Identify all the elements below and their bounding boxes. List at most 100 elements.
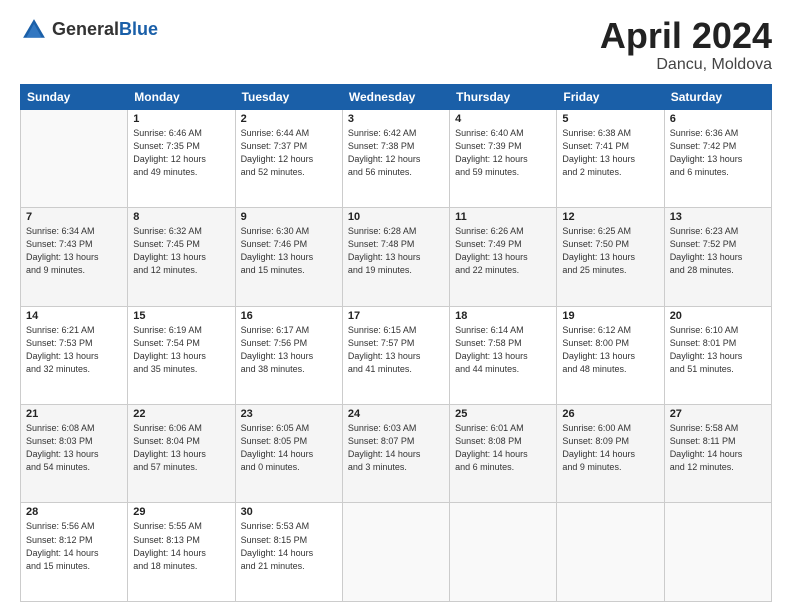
day-info: Sunrise: 6:15 AM Sunset: 7:57 PM Dayligh… <box>348 324 444 376</box>
calendar-header: SundayMondayTuesdayWednesdayThursdayFrid… <box>21 84 772 109</box>
day-number: 12 <box>562 211 658 223</box>
day-info: Sunrise: 6:34 AM Sunset: 7:43 PM Dayligh… <box>26 225 122 277</box>
day-number: 3 <box>348 113 444 125</box>
day-info: Sunrise: 6:26 AM Sunset: 7:49 PM Dayligh… <box>455 225 551 277</box>
day-info: Sunrise: 6:46 AM Sunset: 7:35 PM Dayligh… <box>133 127 229 179</box>
calendar-cell: 15 Sunrise: 6:19 AM Sunset: 7:54 PM Dayli… <box>128 306 235 404</box>
calendar-body: 1Sunrise: 6:46 AM Sunset: 7:35 PM Daylig… <box>21 109 772 601</box>
day-number: 17 <box>348 310 444 322</box>
header: GeneralBlue April 2024 Dancu, Moldova <box>20 16 772 74</box>
calendar-cell: 5 Sunrise: 6:38 AM Sunset: 7:41 PM Daylig… <box>557 109 664 207</box>
day-number: 2 <box>241 113 337 125</box>
calendar-cell: 17 Sunrise: 6:15 AM Sunset: 7:57 PM Dayli… <box>342 306 449 404</box>
calendar-cell: 11 Sunrise: 6:26 AM Sunset: 7:49 PM Dayli… <box>450 208 557 306</box>
calendar-cell: 22 Sunrise: 6:06 AM Sunset: 8:04 PM Dayli… <box>128 405 235 503</box>
calendar-cell <box>664 503 771 602</box>
calendar-cell: 29 Sunrise: 5:55 AM Sunset: 8:13 PM Dayli… <box>128 503 235 602</box>
day-number: 20 <box>670 310 766 322</box>
day-number: 11 <box>455 211 551 223</box>
day-info: Sunrise: 6:44 AM Sunset: 7:37 PM Dayligh… <box>241 127 337 179</box>
day-info: Sunrise: 5:55 AM Sunset: 8:13 PM Dayligh… <box>133 520 229 572</box>
day-info: Sunrise: 6:14 AM Sunset: 7:58 PM Dayligh… <box>455 324 551 376</box>
day-number: 14 <box>26 310 122 322</box>
calendar-cell: 14Sunrise: 6:21 AM Sunset: 7:53 PM Dayli… <box>21 306 128 404</box>
day-header-tuesday: Tuesday <box>235 84 342 109</box>
day-number: 15 <box>133 310 229 322</box>
day-number: 25 <box>455 408 551 420</box>
title-block: April 2024 Dancu, Moldova <box>600 16 772 74</box>
calendar-cell: 16Sunrise: 6:17 AM Sunset: 7:56 PM Dayli… <box>235 306 342 404</box>
calendar-cell <box>450 503 557 602</box>
day-info: Sunrise: 6:06 AM Sunset: 8:04 PM Dayligh… <box>133 422 229 474</box>
logo-icon <box>20 16 48 44</box>
day-info: Sunrise: 6:01 AM Sunset: 8:08 PM Dayligh… <box>455 422 551 474</box>
week-row-4: 21 Sunrise: 6:08 AM Sunset: 8:03 PM Dayli… <box>21 405 772 503</box>
day-header-row: SundayMondayTuesdayWednesdayThursdayFrid… <box>21 84 772 109</box>
day-info: Sunrise: 5:56 AM Sunset: 8:12 PM Dayligh… <box>26 520 122 572</box>
day-info: Sunrise: 6:03 AM Sunset: 8:07 PM Dayligh… <box>348 422 444 474</box>
calendar-cell: 27 Sunrise: 5:58 AM Sunset: 8:11 PM Dayli… <box>664 405 771 503</box>
calendar-cell: 2 Sunrise: 6:44 AM Sunset: 7:37 PM Daylig… <box>235 109 342 207</box>
day-number: 10 <box>348 211 444 223</box>
logo-text: GeneralBlue <box>52 20 158 40</box>
day-number: 7 <box>26 211 122 223</box>
day-info: Sunrise: 6:30 AM Sunset: 7:46 PM Dayligh… <box>241 225 337 277</box>
day-number: 8 <box>133 211 229 223</box>
day-number: 27 <box>670 408 766 420</box>
day-info: Sunrise: 6:10 AM Sunset: 8:01 PM Dayligh… <box>670 324 766 376</box>
calendar-cell: 10 Sunrise: 6:28 AM Sunset: 7:48 PM Dayli… <box>342 208 449 306</box>
day-info: Sunrise: 6:12 AM Sunset: 8:00 PM Dayligh… <box>562 324 658 376</box>
day-info: Sunrise: 5:58 AM Sunset: 8:11 PM Dayligh… <box>670 422 766 474</box>
day-number: 26 <box>562 408 658 420</box>
calendar-cell: 12 Sunrise: 6:25 AM Sunset: 7:50 PM Dayli… <box>557 208 664 306</box>
day-number: 23 <box>241 408 337 420</box>
calendar-cell: 30Sunrise: 5:53 AM Sunset: 8:15 PM Dayli… <box>235 503 342 602</box>
day-header-monday: Monday <box>128 84 235 109</box>
calendar-cell: 1Sunrise: 6:46 AM Sunset: 7:35 PM Daylig… <box>128 109 235 207</box>
calendar-cell: 21 Sunrise: 6:08 AM Sunset: 8:03 PM Dayli… <box>21 405 128 503</box>
day-number: 30 <box>241 506 337 518</box>
day-info: Sunrise: 6:42 AM Sunset: 7:38 PM Dayligh… <box>348 127 444 179</box>
calendar-cell: 7 Sunrise: 6:34 AM Sunset: 7:43 PM Daylig… <box>21 208 128 306</box>
week-row-2: 7 Sunrise: 6:34 AM Sunset: 7:43 PM Daylig… <box>21 208 772 306</box>
day-number: 22 <box>133 408 229 420</box>
calendar-cell: 19 Sunrise: 6:12 AM Sunset: 8:00 PM Dayli… <box>557 306 664 404</box>
day-number: 29 <box>133 506 229 518</box>
calendar-cell: 8 Sunrise: 6:32 AM Sunset: 7:45 PM Daylig… <box>128 208 235 306</box>
calendar-cell <box>21 109 128 207</box>
day-info: Sunrise: 6:25 AM Sunset: 7:50 PM Dayligh… <box>562 225 658 277</box>
day-header-sunday: Sunday <box>21 84 128 109</box>
calendar-cell: 9Sunrise: 6:30 AM Sunset: 7:46 PM Daylig… <box>235 208 342 306</box>
calendar-cell: 28 Sunrise: 5:56 AM Sunset: 8:12 PM Dayli… <box>21 503 128 602</box>
day-header-wednesday: Wednesday <box>342 84 449 109</box>
calendar-cell: 23 Sunrise: 6:05 AM Sunset: 8:05 PM Dayli… <box>235 405 342 503</box>
month-title: April 2024 <box>600 16 772 56</box>
day-info: Sunrise: 6:32 AM Sunset: 7:45 PM Dayligh… <box>133 225 229 277</box>
day-number: 21 <box>26 408 122 420</box>
day-info: Sunrise: 6:05 AM Sunset: 8:05 PM Dayligh… <box>241 422 337 474</box>
week-row-3: 14Sunrise: 6:21 AM Sunset: 7:53 PM Dayli… <box>21 306 772 404</box>
day-header-friday: Friday <box>557 84 664 109</box>
calendar-cell: 25 Sunrise: 6:01 AM Sunset: 8:08 PM Dayli… <box>450 405 557 503</box>
day-number: 13 <box>670 211 766 223</box>
page: GeneralBlue April 2024 Dancu, Moldova Su… <box>0 0 792 612</box>
calendar-cell: 18Sunrise: 6:14 AM Sunset: 7:58 PM Dayli… <box>450 306 557 404</box>
day-info: Sunrise: 6:08 AM Sunset: 8:03 PM Dayligh… <box>26 422 122 474</box>
day-number: 5 <box>562 113 658 125</box>
day-info: Sunrise: 6:28 AM Sunset: 7:48 PM Dayligh… <box>348 225 444 277</box>
calendar-cell: 3 Sunrise: 6:42 AM Sunset: 7:38 PM Daylig… <box>342 109 449 207</box>
calendar-cell <box>557 503 664 602</box>
day-info: Sunrise: 6:00 AM Sunset: 8:09 PM Dayligh… <box>562 422 658 474</box>
day-number: 28 <box>26 506 122 518</box>
day-number: 19 <box>562 310 658 322</box>
day-info: Sunrise: 6:19 AM Sunset: 7:54 PM Dayligh… <box>133 324 229 376</box>
calendar-cell: 20 Sunrise: 6:10 AM Sunset: 8:01 PM Dayli… <box>664 306 771 404</box>
day-number: 4 <box>455 113 551 125</box>
day-header-thursday: Thursday <box>450 84 557 109</box>
week-row-1: 1Sunrise: 6:46 AM Sunset: 7:35 PM Daylig… <box>21 109 772 207</box>
day-number: 16 <box>241 310 337 322</box>
day-info: Sunrise: 6:38 AM Sunset: 7:41 PM Dayligh… <box>562 127 658 179</box>
calendar-cell: 4Sunrise: 6:40 AM Sunset: 7:39 PM Daylig… <box>450 109 557 207</box>
day-info: Sunrise: 6:23 AM Sunset: 7:52 PM Dayligh… <box>670 225 766 277</box>
day-info: Sunrise: 6:36 AM Sunset: 7:42 PM Dayligh… <box>670 127 766 179</box>
